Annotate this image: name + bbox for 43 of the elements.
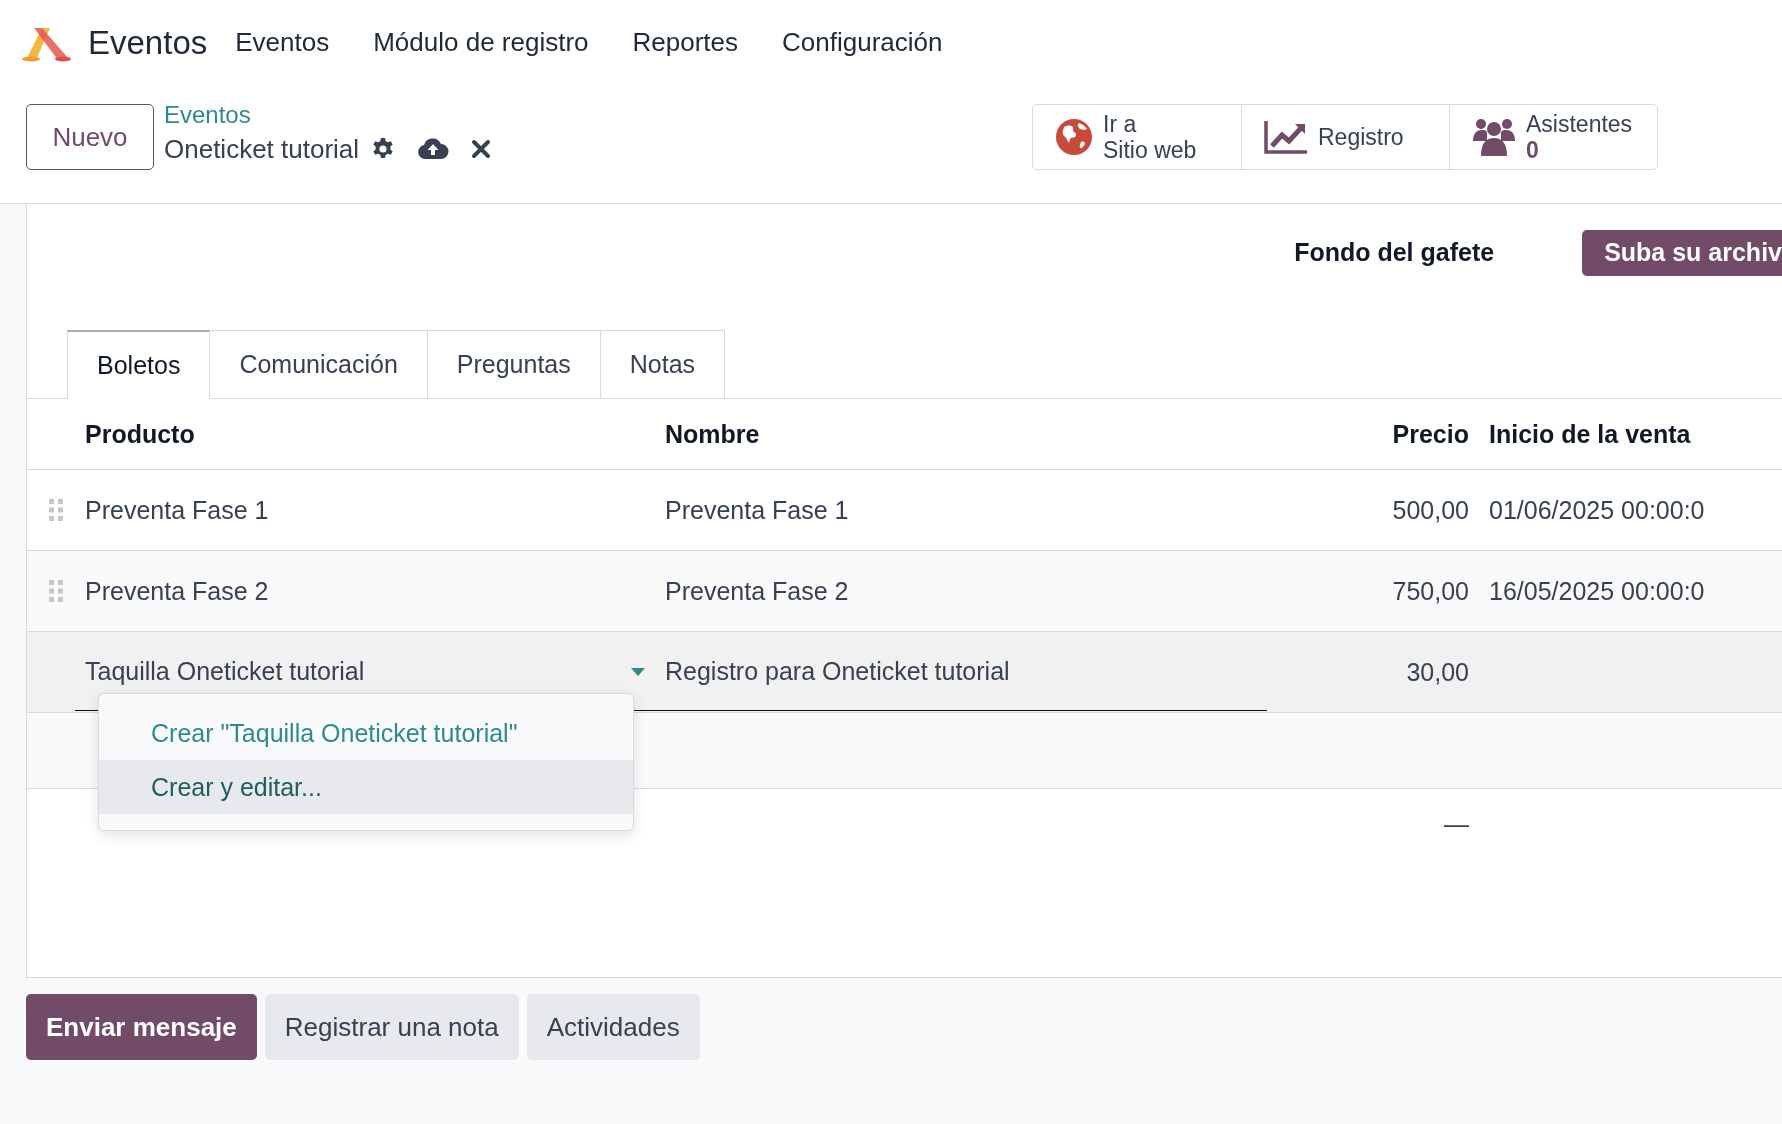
- app-name[interactable]: Eventos: [88, 23, 208, 62]
- tab[interactable]: Comunicación: [210, 330, 428, 399]
- drag-handle-icon[interactable]: [49, 580, 63, 602]
- table-cell-text: Preventa Fase 2: [85, 576, 270, 606]
- close-icon[interactable]: [471, 139, 492, 159]
- chatter-button[interactable]: Registrar una nota: [264, 994, 519, 1060]
- table-cell-text: Preventa Fase 1: [665, 495, 850, 525]
- column-header[interactable]: Precio: [1255, 419, 1469, 449]
- dropdown-item[interactable]: Crear y editar...: [99, 760, 633, 814]
- menu-item[interactable]: Eventos: [235, 27, 330, 58]
- globe-icon: [1055, 118, 1093, 156]
- chatter-button[interactable]: Actividades: [526, 994, 700, 1060]
- table-cell-text: 750,00: [1391, 576, 1469, 606]
- caret-icon[interactable]: [631, 667, 645, 676]
- settings-icon[interactable]: [371, 137, 396, 161]
- column-header[interactable]: Producto: [85, 419, 665, 449]
- stat-button[interactable]: Asistentes 0: [1449, 105, 1657, 169]
- table-cell-text: 500,00: [1391, 495, 1469, 525]
- table-cell-text: 01/06/2025 00:00:0: [1488, 495, 1706, 525]
- tab[interactable]: Notas: [600, 330, 726, 399]
- line-chart-icon: [1264, 119, 1308, 155]
- upload-button[interactable]: Suba su archiv: [1582, 229, 1782, 276]
- menu-item[interactable]: Módulo de registro: [373, 27, 589, 58]
- tab[interactable]: Boletos: [67, 330, 211, 399]
- table-cell-text: 30,00: [1405, 657, 1469, 687]
- record-title: Oneticket tutorial: [164, 133, 360, 166]
- menu-item[interactable]: Configuración: [782, 27, 943, 58]
- menu-item[interactable]: Reportes: [632, 27, 739, 58]
- drag-handle-icon[interactable]: [49, 499, 63, 521]
- field-label: Fondo del gafete: [1294, 238, 1495, 267]
- table-cell-text: Preventa Fase 1: [85, 495, 270, 525]
- breadcrumb-link[interactable]: Eventos: [164, 99, 514, 131]
- total-cell-text: —: [1443, 809, 1469, 839]
- chatter-button[interactable]: Enviar mensaje: [26, 994, 257, 1060]
- new-button[interactable]: Nuevo: [26, 104, 154, 170]
- table-cell-text: Preventa Fase 2: [665, 576, 850, 606]
- users-icon: [1472, 117, 1516, 157]
- table-cell-text: 16/05/2025 00:00:0: [1488, 576, 1706, 606]
- cloud-upload-icon[interactable]: [417, 137, 450, 161]
- tab[interactable]: Preguntas: [427, 330, 601, 399]
- column-header[interactable]: Nombre: [665, 419, 1255, 449]
- column-header[interactable]: Inicio de la venta: [1469, 419, 1782, 449]
- name-input[interactable]: Registro para Oneticket tutorial: [655, 633, 1267, 711]
